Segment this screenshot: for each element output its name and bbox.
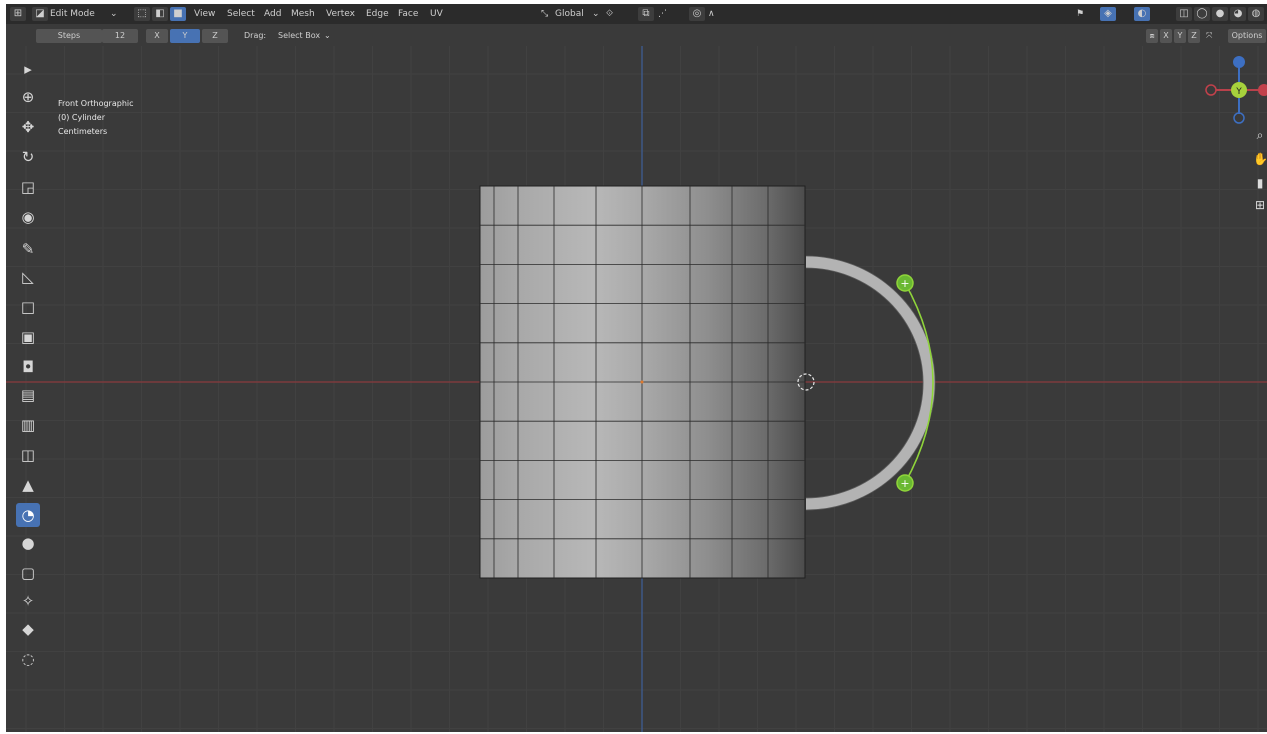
blender-window: ⊞ ◪ Edit Mode ⌄ ⬚ ◧ ■ View Select Add Me…	[6, 4, 1267, 732]
camera-icon[interactable]: ▮	[1253, 176, 1267, 190]
shading-material-icon[interactable]: ◕	[1230, 7, 1246, 21]
spin-icon[interactable]: ◔	[16, 503, 40, 527]
menu-edge[interactable]: Edge	[366, 4, 389, 24]
3d-viewport[interactable]: + + Y Front Orthographic (0) Cylinder Ce…	[6, 46, 1267, 732]
mesh-canvas[interactable]: + + Y	[6, 46, 1267, 732]
menu-uv[interactable]: UV	[430, 4, 443, 24]
navigation-gizmo[interactable]: Y	[1205, 56, 1267, 124]
hand-icon[interactable]: ✋	[1253, 152, 1267, 166]
unit-system: Centimeters	[58, 127, 108, 136]
pivot-icon[interactable]: ⟐	[606, 4, 613, 24]
cursor-icon[interactable]: ⊕	[16, 85, 40, 109]
bevel-icon[interactable]: ▤	[16, 383, 40, 407]
poly-build-icon[interactable]: ▲	[16, 473, 40, 497]
smooth-icon[interactable]: ●	[16, 531, 40, 555]
loop-cut-icon[interactable]: ▥	[16, 413, 40, 437]
falloff-icon[interactable]: ∧	[708, 4, 715, 24]
select-box-icon[interactable]: ▸	[16, 57, 40, 81]
drag-label: Drag:	[244, 31, 267, 40]
active-object: (0) Cylinder	[58, 113, 105, 122]
measure-icon[interactable]: ◺	[16, 265, 40, 289]
menu-vertex[interactable]: Vertex	[326, 4, 355, 24]
gizmo-pos-z[interactable]	[1233, 56, 1245, 68]
inset-icon[interactable]: ◘	[16, 355, 40, 379]
handle-outer-edge	[805, 255, 936, 511]
header-bar: ⊞ ◪ Edit Mode ⌄ ⬚ ◧ ■ View Select Add Me…	[6, 4, 1267, 24]
move-icon[interactable]: ✥	[16, 115, 40, 139]
shrink-fatten-icon[interactable]: ✧	[16, 589, 40, 613]
axis-y-button[interactable]: Y	[170, 29, 200, 43]
orientation-icon: ⤡	[541, 9, 549, 19]
shading-rendered-icon[interactable]: ◍	[1248, 7, 1264, 21]
shading-solid-icon[interactable]: ●	[1212, 7, 1228, 21]
shear-icon[interactable]: ◆	[16, 617, 40, 641]
edge-slide-icon[interactable]: ▢	[16, 561, 40, 585]
mirror-z-button[interactable]: Z	[1188, 29, 1200, 43]
steps-label: Steps	[36, 29, 102, 43]
handle-mesh[interactable]	[805, 255, 936, 511]
zoom-icon[interactable]: ⌕	[1253, 128, 1267, 143]
xray-icon[interactable]: ◫	[1176, 7, 1192, 21]
proportional-edit-icon[interactable]: ◎	[689, 7, 705, 21]
view-name: Front Orthographic	[58, 99, 134, 108]
menu-select[interactable]: Select	[227, 4, 255, 24]
editor-type-icon[interactable]: ⊞	[10, 7, 26, 21]
snap-icon[interactable]: ⧉	[638, 7, 654, 21]
gizmo-neg-z[interactable]	[1233, 112, 1245, 124]
shading-wireframe-icon[interactable]: ◯	[1194, 7, 1210, 21]
overlay-toggle-icon[interactable]: ◐	[1134, 7, 1150, 21]
handle-arc[interactable]	[805, 256, 936, 510]
chevron-down-icon[interactable]: ⌄	[592, 4, 600, 24]
rotate-icon[interactable]: ↻	[16, 145, 40, 169]
menu-face[interactable]: Face	[398, 4, 418, 24]
steps-field[interactable]: 12	[102, 29, 138, 43]
mode-icon[interactable]: ◪	[32, 7, 48, 21]
knife-icon[interactable]: ◫	[16, 443, 40, 467]
scale-icon[interactable]: ◲	[16, 175, 40, 199]
edge-select-icon[interactable]: ◧	[152, 7, 168, 21]
drag-dropdown[interactable]: Select Box	[278, 29, 320, 43]
gizmo-y-label: Y	[1235, 87, 1242, 97]
snap-target-icon[interactable]: ⋰	[658, 4, 667, 24]
face-select-icon[interactable]: ■	[170, 7, 186, 21]
plus-icon: +	[900, 277, 909, 290]
transform-icon[interactable]: ◉	[16, 205, 40, 229]
mirror-y-button[interactable]: Y	[1174, 29, 1186, 43]
tool-settings-bar: Steps 12 X Y Z Drag: Select Box ⌄ ⧈ X Y …	[6, 26, 1267, 46]
gizmo-neg-x[interactable]	[1205, 84, 1217, 96]
mode-dropdown[interactable]: Edit Mode	[50, 4, 95, 24]
orientation-dropdown[interactable]: Global	[555, 4, 584, 24]
vertex-select-icon[interactable]: ⬚	[134, 7, 150, 21]
axis-z-button[interactable]: Z	[202, 29, 228, 43]
chevron-down-icon[interactable]: ⌄	[324, 29, 331, 43]
extrude-icon[interactable]: ▣	[16, 325, 40, 349]
menu-mesh[interactable]: Mesh	[291, 4, 315, 24]
gizmo-toggle-icon[interactable]: ◈	[1100, 7, 1116, 21]
visibility-icon[interactable]: ⚑	[1076, 4, 1084, 24]
add-cube-icon[interactable]: □	[16, 295, 40, 319]
origin-dot	[640, 380, 644, 384]
mirror-icon[interactable]: ⧈	[1146, 29, 1158, 43]
plus-icon: +	[900, 477, 909, 490]
viewport-info: Front Orthographic (0) Cylinder Centimet…	[58, 97, 134, 139]
auto-merge-icon[interactable]: ⤧	[1206, 29, 1212, 43]
grid-toggle-icon[interactable]: ⊞	[1253, 198, 1267, 212]
chevron-down-icon[interactable]: ⌄	[110, 4, 118, 24]
rip-region-icon[interactable]: ◌	[16, 647, 40, 671]
gizmo-pos-x[interactable]	[1258, 84, 1267, 96]
menu-add[interactable]: Add	[264, 4, 281, 24]
axis-x-button[interactable]: X	[146, 29, 168, 43]
options-dropdown[interactable]: Options	[1228, 29, 1266, 43]
menu-view[interactable]: View	[194, 4, 215, 24]
annotate-icon[interactable]: ✎	[16, 237, 40, 261]
mirror-x-button[interactable]: X	[1160, 29, 1172, 43]
